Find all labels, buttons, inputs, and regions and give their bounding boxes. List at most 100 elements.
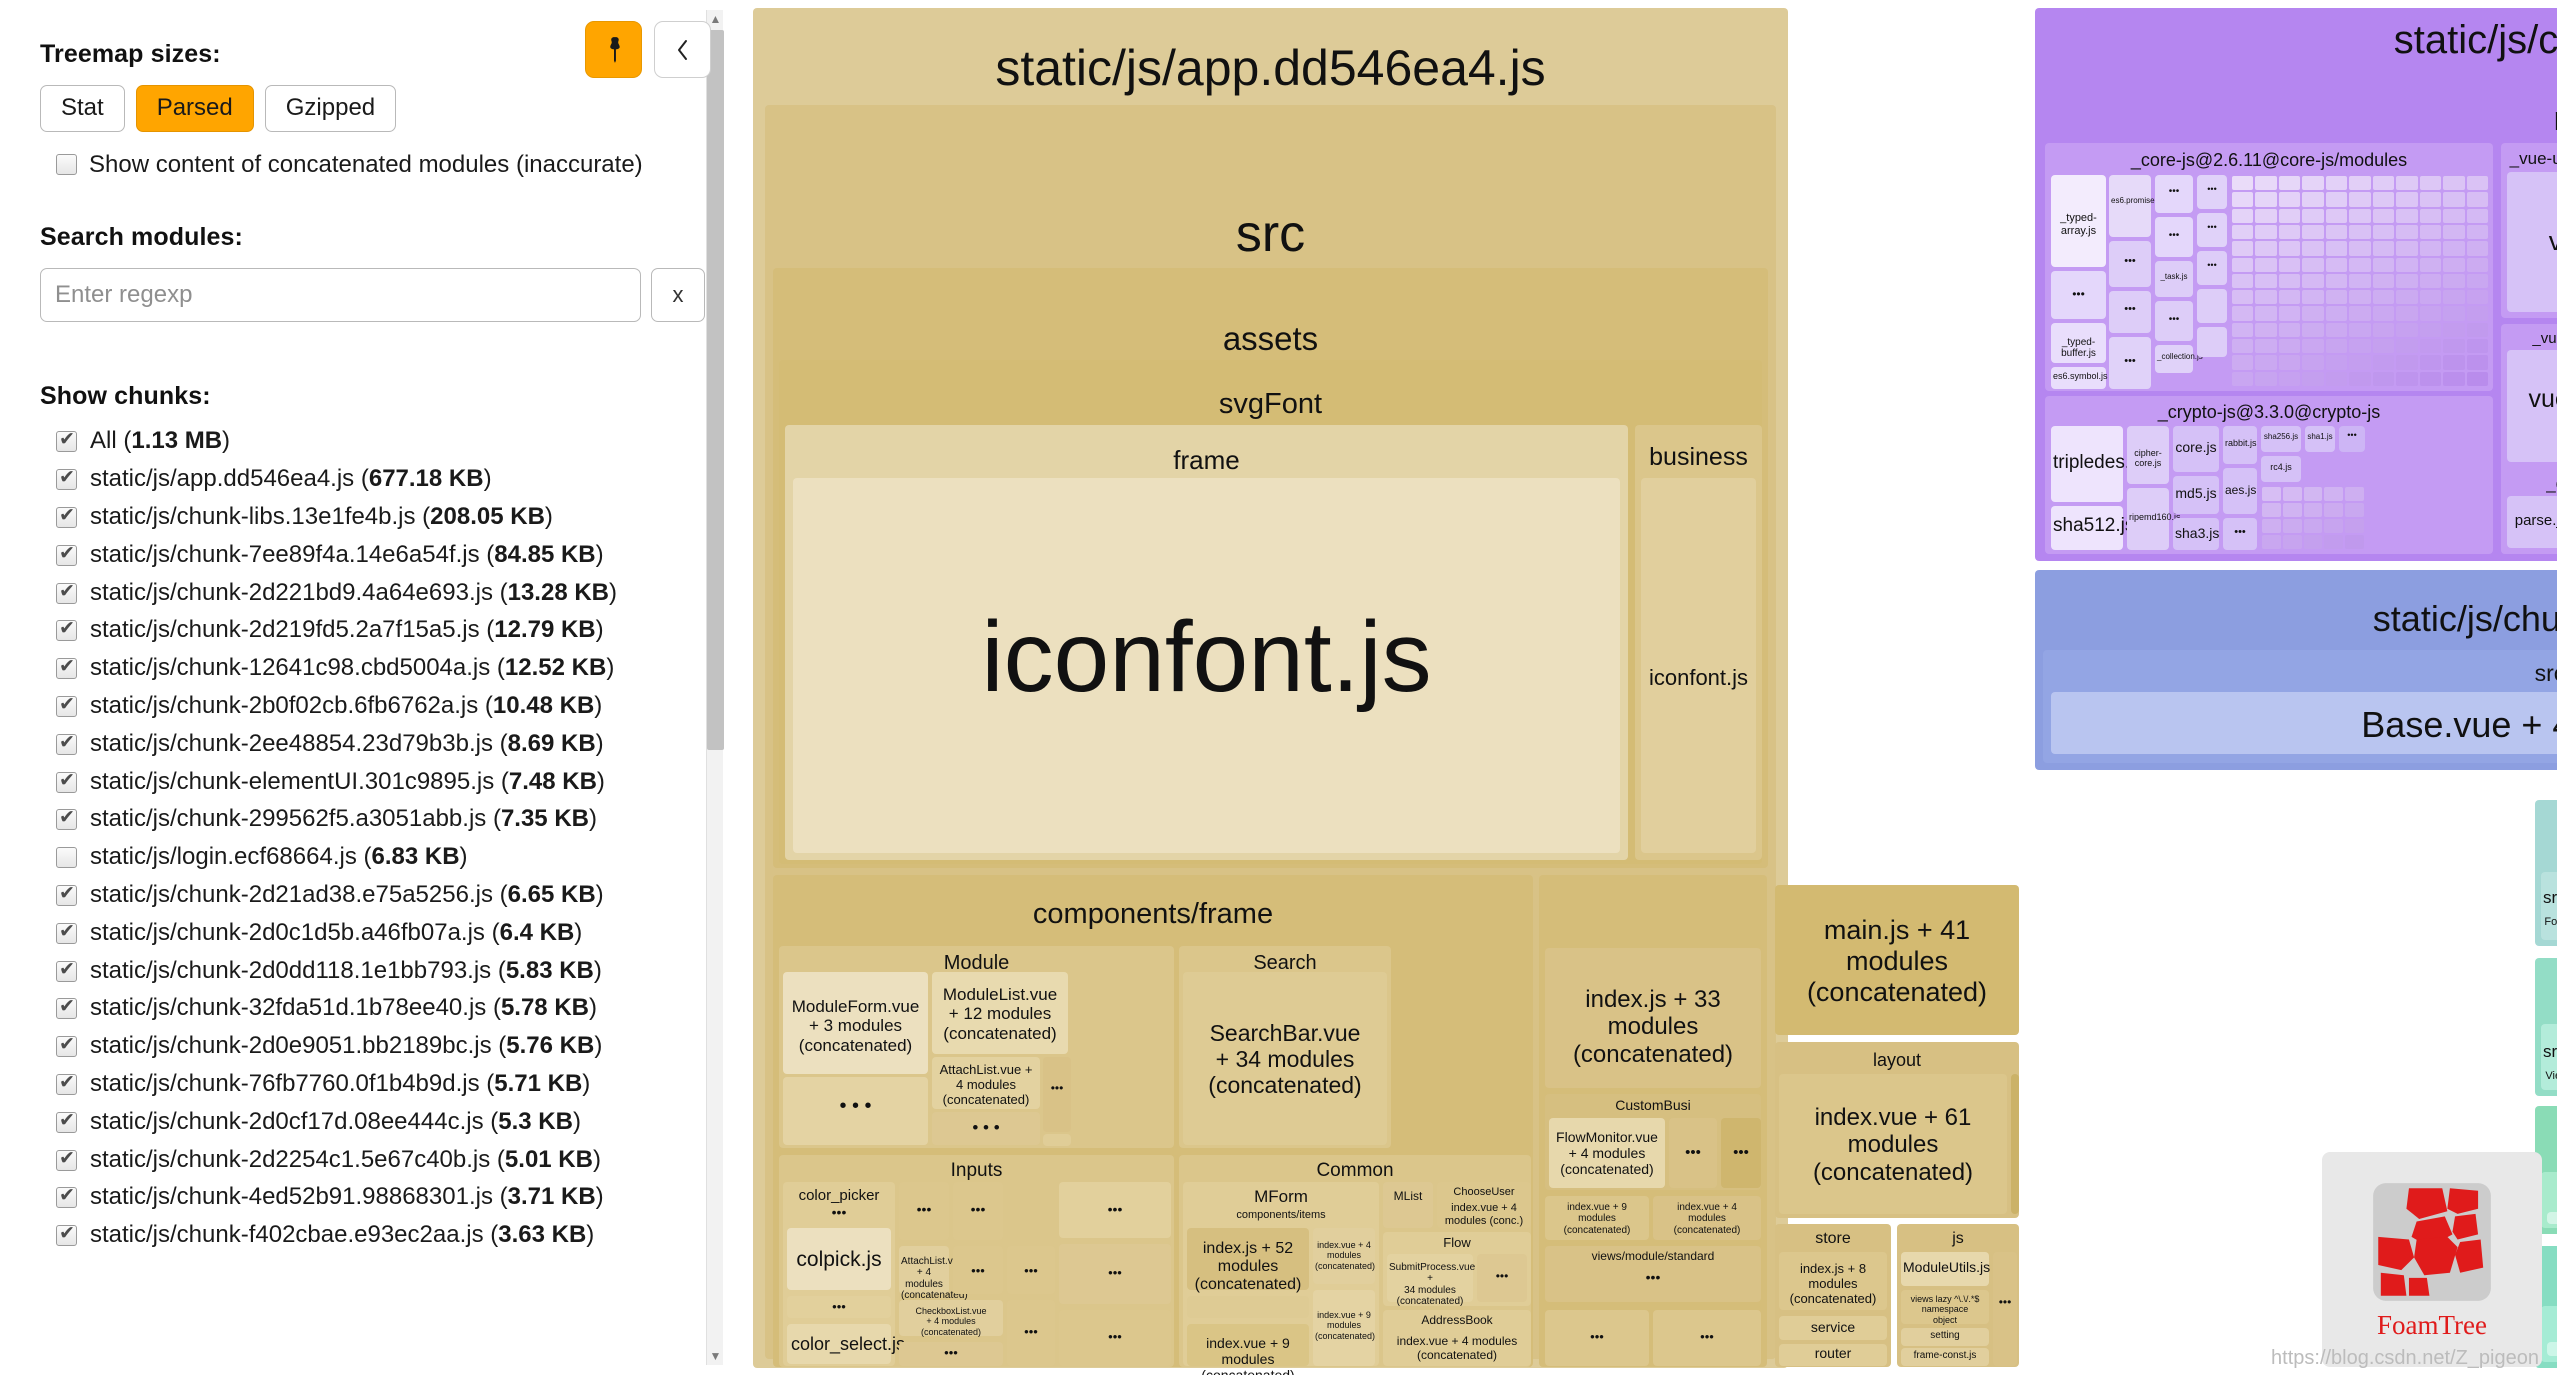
treemap-micro-tile[interactable] bbox=[2396, 355, 2418, 370]
treemap-micro-tile[interactable] bbox=[2466, 224, 2488, 240]
chunk-checkbox[interactable] bbox=[56, 769, 77, 793]
treemap-micro-tile[interactable] bbox=[2302, 176, 2324, 191]
treemap-micro-tile[interactable] bbox=[2232, 192, 2254, 207]
treemap-micro-tile[interactable] bbox=[2232, 355, 2254, 370]
chunk-row[interactable]: static/js/chunk-elementUI.301c9895.js (7… bbox=[56, 768, 705, 797]
chunk-checkbox[interactable] bbox=[56, 920, 77, 944]
treemap-micro-tile[interactable] bbox=[2443, 257, 2465, 272]
treemap-micro-tile[interactable] bbox=[2255, 371, 2277, 386]
chunk-checkbox[interactable] bbox=[56, 731, 77, 755]
treemap-micro-tile[interactable] bbox=[2325, 339, 2348, 354]
treemap-leaf-module-tiles[interactable] bbox=[1043, 1134, 1071, 1146]
treemap-micro-tile[interactable] bbox=[2282, 503, 2302, 517]
chunk-row[interactable]: static/js/chunk-2b0f02cb.6fb6762a.js (10… bbox=[56, 692, 705, 721]
chunk-checkbox[interactable] bbox=[56, 1147, 77, 1171]
chunk-checkbox[interactable] bbox=[56, 995, 77, 1020]
treemap-micro-tile[interactable] bbox=[2396, 306, 2418, 321]
treemap-micro-tile[interactable] bbox=[2303, 535, 2323, 549]
treemap-micro-tile[interactable] bbox=[2325, 355, 2348, 370]
treemap-micro-tile[interactable] bbox=[2419, 192, 2442, 207]
treemap-micro-tile[interactable] bbox=[2372, 208, 2395, 223]
treemap-micro-tile[interactable] bbox=[2396, 176, 2418, 191]
chunk-row[interactable]: static/js/chunk-f402cbae.e93ec2aa.js (3.… bbox=[56, 1221, 705, 1250]
treemap-micro-tile[interactable] bbox=[2325, 176, 2348, 191]
treemap-leaf-corejs-d5[interactable] bbox=[2197, 327, 2227, 357]
treemap-micro-tile[interactable] bbox=[2302, 208, 2324, 223]
treemap-micro-tile[interactable] bbox=[2278, 322, 2301, 338]
treemap-micro-tile[interactable] bbox=[2396, 371, 2418, 386]
treemap-micro-tile[interactable] bbox=[2262, 503, 2281, 517]
search-input[interactable] bbox=[40, 268, 641, 323]
treemap-micro-tile[interactable] bbox=[2396, 208, 2418, 223]
treemap-micro-tile[interactable] bbox=[2232, 241, 2254, 256]
treemap-micro-tile[interactable] bbox=[2396, 241, 2418, 256]
chunk-row[interactable]: static/js/chunk-76fb7760.0f1b4b9d.js (5.… bbox=[56, 1070, 705, 1099]
treemap-micro-tile[interactable] bbox=[2372, 322, 2395, 338]
pin-sidebar-button[interactable] bbox=[585, 21, 642, 78]
treemap-micro-tile[interactable] bbox=[2232, 306, 2254, 321]
treemap-micro-tile[interactable] bbox=[2325, 290, 2348, 305]
treemap-micro-tile[interactable] bbox=[2325, 208, 2348, 223]
treemap-leaf-src-cyan-bar[interactable] bbox=[2547, 1212, 2557, 1224]
treemap-micro-tile[interactable] bbox=[2278, 176, 2301, 191]
chunk-checkbox[interactable] bbox=[56, 958, 77, 982]
treemap-micro-tile[interactable] bbox=[2262, 487, 2281, 501]
treemap-micro-tile[interactable] bbox=[2372, 339, 2395, 354]
show-concatenated-checkbox[interactable] bbox=[56, 154, 77, 176]
treemap-micro-tile[interactable] bbox=[2349, 208, 2371, 223]
chunk-checkbox[interactable] bbox=[56, 1184, 77, 1209]
treemap-micro-tile[interactable] bbox=[2443, 290, 2465, 305]
treemap-micro-tile[interactable] bbox=[2262, 535, 2281, 549]
treemap-micro-tile[interactable] bbox=[2419, 224, 2442, 240]
treemap-micro-tile[interactable] bbox=[2419, 208, 2442, 223]
chunk-row[interactable]: static/js/chunk-12641c98.cbd5004a.js (12… bbox=[56, 654, 705, 683]
treemap-micro-tile[interactable] bbox=[2419, 257, 2442, 272]
chunk-row[interactable]: static/js/chunk-2d0cf17d.08ee444c.js (5.… bbox=[56, 1108, 705, 1137]
treemap-leaf-mform-mid[interactable] bbox=[1187, 1296, 1309, 1318]
treemap-micro-tile[interactable] bbox=[2345, 487, 2364, 501]
treemap-micro-tile[interactable] bbox=[2349, 224, 2371, 240]
treemap-micro-tile[interactable] bbox=[2396, 322, 2418, 338]
treemap-micro-tile[interactable] bbox=[2324, 535, 2344, 549]
treemap-micro-tile[interactable] bbox=[2278, 355, 2301, 370]
treemap-micro-tile[interactable] bbox=[2443, 322, 2465, 338]
treemap-micro-tile[interactable] bbox=[2325, 192, 2348, 207]
treemap-micro-tile[interactable] bbox=[2419, 273, 2442, 289]
treemap-micro-tile[interactable] bbox=[2372, 224, 2395, 240]
treemap-micro-tile[interactable] bbox=[2255, 355, 2277, 370]
chunk-checkbox[interactable] bbox=[56, 847, 77, 869]
treemap-micro-tile[interactable] bbox=[2232, 290, 2254, 305]
treemap-micro-tile[interactable] bbox=[2255, 273, 2277, 289]
treemap-micro-tile[interactable] bbox=[2255, 306, 2277, 321]
treemap-micro-tile[interactable] bbox=[2349, 192, 2371, 207]
treemap-micro-tile[interactable] bbox=[2232, 208, 2254, 223]
chunk-row[interactable]: static/js/login.ecf68664.js (6.83 KB) bbox=[56, 843, 705, 872]
treemap-micro-tile[interactable] bbox=[2302, 355, 2324, 370]
treemap-micro-tile[interactable] bbox=[2466, 306, 2488, 321]
chunk-row[interactable]: static/js/chunk-2d2254c1.5e67c40b.js (5.… bbox=[56, 1146, 705, 1175]
treemap-micro-tile[interactable] bbox=[2419, 241, 2442, 256]
treemap-micro-tile[interactable] bbox=[2324, 503, 2344, 517]
treemap-micro-tile[interactable] bbox=[2278, 339, 2301, 354]
treemap-micro-tile[interactable] bbox=[2443, 224, 2465, 240]
treemap-micro-tile[interactable] bbox=[2466, 192, 2488, 207]
treemap-micro-tile[interactable] bbox=[2302, 290, 2324, 305]
treemap-micro-tile[interactable] bbox=[2282, 519, 2302, 533]
chunk-row[interactable]: static/js/chunk-2d0dd118.1e1bb793.js (5.… bbox=[56, 957, 705, 986]
treemap-micro-tile[interactable] bbox=[2232, 322, 2254, 338]
treemap-micro-tile[interactable] bbox=[2232, 371, 2254, 386]
chunk-row[interactable]: static/js/chunk-4ed52b91.98868301.js (3.… bbox=[56, 1183, 705, 1212]
treemap-micro-tile[interactable] bbox=[2396, 224, 2418, 240]
treemap-micro-tile[interactable] bbox=[2262, 519, 2281, 533]
chunk-checkbox[interactable] bbox=[56, 504, 77, 529]
treemap-micro-tile[interactable] bbox=[2325, 273, 2348, 289]
treemap-micro-tile[interactable] bbox=[2372, 257, 2395, 272]
treemap-leaf-corejs-d4[interactable] bbox=[2197, 289, 2227, 323]
treemap-micro-tile[interactable] bbox=[2349, 371, 2371, 386]
treemap-micro-tile[interactable] bbox=[2349, 322, 2371, 338]
treemap-micro-tile[interactable] bbox=[2255, 224, 2277, 240]
treemap-micro-tile[interactable] bbox=[2302, 306, 2324, 321]
treemap-micro-tile[interactable] bbox=[2325, 306, 2348, 321]
treemap-micro-tile[interactable] bbox=[2303, 487, 2323, 501]
treemap-micro-tile[interactable] bbox=[2396, 257, 2418, 272]
